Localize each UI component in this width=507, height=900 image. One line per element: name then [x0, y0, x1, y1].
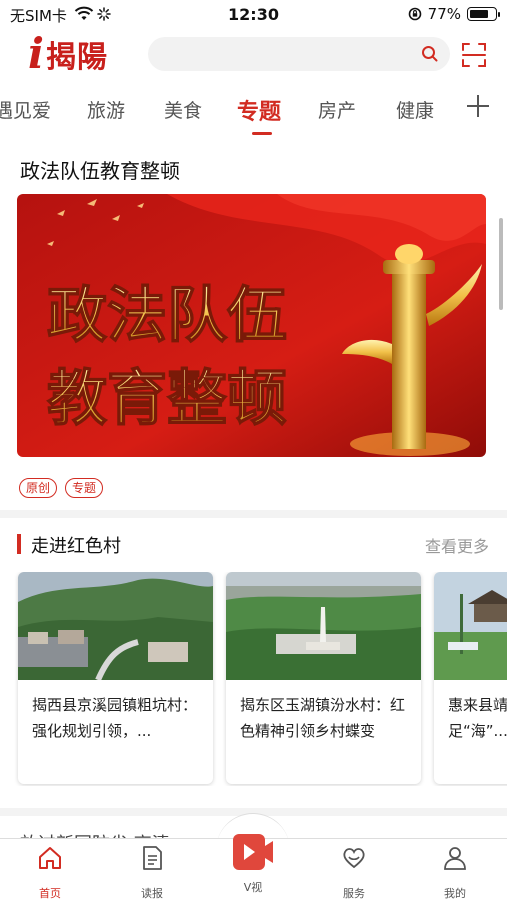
- battery-icon: [467, 7, 500, 21]
- battery-percent: 77%: [427, 5, 461, 23]
- card-title: 惠来县靖海镇：用足“海”...: [448, 696, 507, 740]
- status-bar: 无SIM卡 12:30 77%: [0, 0, 507, 30]
- tag-badge: 原创: [19, 478, 58, 498]
- card-thumbnail: [226, 572, 421, 680]
- search-bar[interactable]: [148, 37, 450, 71]
- scan-icon[interactable]: [461, 42, 487, 68]
- channel-tabs: 遇见爱 旅游 美食 专题 房产 健康: [0, 86, 460, 136]
- topic-tags: 原创 专题: [19, 478, 104, 498]
- nav-label: 我的: [444, 887, 466, 900]
- search-icon[interactable]: [420, 44, 440, 64]
- tag-badge: 专题: [65, 478, 104, 498]
- nav-label-video[interactable]: V视: [223, 879, 283, 895]
- newspaper-icon: [143, 846, 162, 870]
- logo-text: 揭陽: [45, 40, 108, 75]
- nav-profile[interactable]: 我的: [425, 845, 485, 900]
- app-logo[interactable]: i 揭陽: [28, 32, 108, 76]
- person-icon: [444, 847, 466, 870]
- plus-icon[interactable]: [465, 93, 491, 119]
- app-header: i 揭陽: [0, 30, 507, 78]
- status-right: 77%: [408, 5, 500, 23]
- card-thumbnail: [434, 572, 507, 680]
- tab-item-active[interactable]: 专题: [237, 94, 281, 126]
- section-header: 走进红色村 查看更多: [0, 530, 507, 558]
- section-accent-bar: [17, 534, 21, 554]
- lock-rotation-icon: [408, 7, 421, 21]
- banner-image: 政法队伍 教育整顿: [17, 194, 486, 457]
- card-thumbnail: [18, 572, 213, 680]
- nav-service[interactable]: 服务: [324, 845, 384, 900]
- search-input[interactable]: [162, 37, 402, 71]
- card-carousel: 揭西县京溪园镇粗坑村：强化规划引领，... 揭东区玉湖镇汾水村：红色精神引领乡村…: [0, 572, 507, 786]
- card-title: 揭东区玉湖镇汾水村：红色精神引领乡村蝶变: [240, 696, 406, 740]
- article-card[interactable]: 揭西县京溪园镇粗坑村：强化规划引领，...: [18, 572, 213, 784]
- battery-fill: [470, 10, 488, 18]
- card-title: 揭西县京溪园镇粗坑村：强化规划引领，...: [32, 696, 198, 740]
- banner-line2: 教育整顿: [47, 364, 287, 434]
- heart-service-icon: [343, 848, 365, 869]
- video-play-icon[interactable]: [231, 830, 275, 874]
- tab-item[interactable]: 房产: [318, 96, 356, 123]
- tab-active-indicator: [252, 132, 272, 135]
- tab-item[interactable]: 旅游: [87, 96, 125, 123]
- banner-line1: 政法队伍: [47, 281, 287, 351]
- tab-item[interactable]: 美食: [164, 96, 202, 123]
- tab-item[interactable]: 健康: [396, 96, 434, 123]
- nav-newspaper[interactable]: 读报: [122, 845, 182, 900]
- tab-item[interactable]: 遇见爱: [0, 96, 51, 123]
- nav-label: 服务: [343, 887, 365, 900]
- logo-letter: i: [28, 29, 44, 78]
- see-more-link[interactable]: 查看更多: [425, 533, 489, 557]
- article-card[interactable]: 揭东区玉湖镇汾水村：红色精神引领乡村蝶变: [226, 572, 421, 784]
- scroll-indicator: [499, 218, 503, 310]
- nav-home[interactable]: 首页: [20, 845, 80, 900]
- section-title: 走进红色村: [31, 536, 121, 557]
- topic-banner[interactable]: 政法队伍 教育整顿: [17, 194, 486, 457]
- home-icon: [39, 847, 61, 869]
- nav-label: 读报: [141, 887, 163, 900]
- topic-title[interactable]: 政法队伍教育整顿: [20, 155, 180, 184]
- nav-label: 首页: [39, 887, 61, 900]
- article-card[interactable]: 惠来县靖海镇：用足“海”...: [434, 572, 507, 784]
- section-divider: [0, 510, 507, 518]
- app-screen: 无SIM卡 12:30 77% i 揭陽 遇见爱 旅游 美食 专题 房产 健康 …: [0, 0, 507, 900]
